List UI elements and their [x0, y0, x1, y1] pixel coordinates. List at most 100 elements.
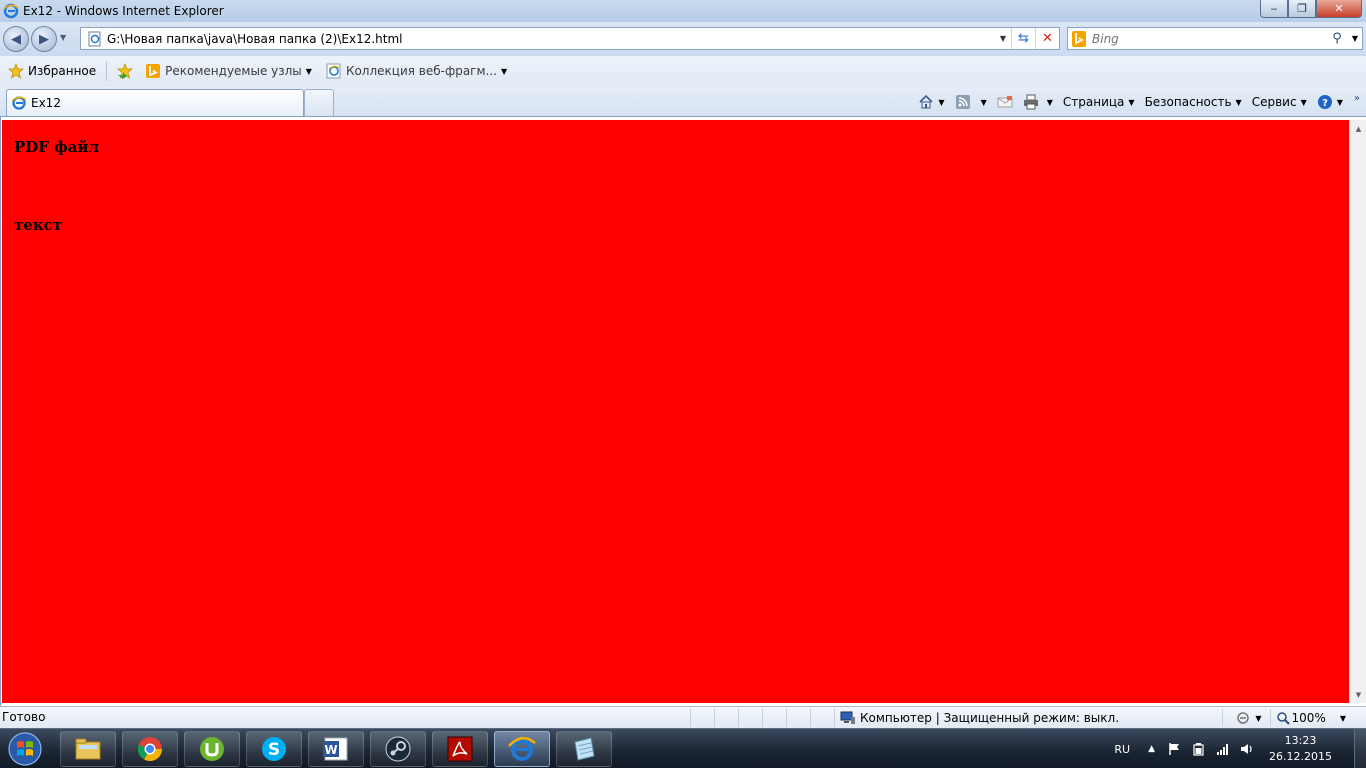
home-button[interactable]: ▼ [913, 91, 949, 113]
show-desktop-button[interactable] [1354, 729, 1366, 768]
add-favorite-icon [117, 63, 134, 79]
ie-icon [11, 96, 27, 110]
stop-button[interactable]: ✕ [1035, 28, 1059, 49]
favorites-button[interactable]: Избранное [4, 60, 100, 82]
start-button[interactable] [4, 731, 46, 767]
page-icon [88, 31, 101, 46]
network-signal-icon[interactable] [1216, 742, 1230, 756]
help-button[interactable]: ? ▼ [1312, 91, 1348, 113]
taskbar-app-notepad[interactable] [556, 731, 612, 767]
svg-text:?: ? [1322, 98, 1328, 109]
svg-text:W: W [324, 743, 337, 757]
address-bar[interactable]: G:\Новая папка\java\Новая папка (2)\Ex12… [80, 27, 1060, 50]
page-heading-pdf: PDF файл [14, 138, 100, 156]
maximize-button[interactable]: ❐ [1288, 0, 1316, 18]
taskbar-app-explorer[interactable] [60, 731, 116, 767]
favorites-bar: Избранное Рекомендуемые узлы ▼ Коллекция… [0, 56, 1366, 86]
taskbar: S W RU ▲ 13:23 26.12.2015 [0, 728, 1366, 768]
status-bar: Готово Компьютер | Защищенный режим: вык… [0, 706, 1366, 728]
scroll-down-arrow-icon[interactable]: ▼ [1350, 686, 1366, 703]
show-hidden-icons-icon[interactable]: ▲ [1148, 744, 1155, 754]
chevron-down-icon: ▼ [1300, 97, 1307, 107]
status-divider [738, 709, 739, 727]
search-button[interactable]: ⚲ [1326, 31, 1348, 46]
tab-row: Ex12 ▼ ▼ ▼ Страница ▼ Безопасность ▼ Сер… [0, 86, 1366, 117]
vertical-scrollbar[interactable]: ▲ ▼ [1349, 120, 1366, 703]
page-menu-label: Страница [1062, 95, 1125, 109]
taskbar-app-chrome[interactable] [122, 731, 178, 767]
security-zone[interactable]: Компьютер | Защищенный режим: выкл. [840, 709, 1119, 727]
web-slice-gallery-link[interactable]: Коллекция веб-фрагм... ▼ [322, 60, 511, 82]
security-zone-text: Компьютер | Защищенный режим: выкл. [860, 711, 1120, 725]
command-bar: ▼ ▼ ▼ Страница ▼ Безопасность ▼ Сервис ▼… [913, 90, 1360, 114]
utorrent-icon [200, 737, 224, 761]
clock-date: 26.12.2015 [1269, 750, 1332, 763]
clock[interactable]: 13:23 26.12.2015 [1269, 733, 1332, 765]
status-divider [690, 709, 691, 727]
print-button[interactable]: ▼ [1018, 91, 1058, 113]
search-provider-dropdown[interactable]: ▼ [1348, 34, 1362, 43]
chevron-down-icon[interactable]: ▼ [981, 98, 987, 107]
chevron-down-icon[interactable]: ▼ [1340, 714, 1346, 723]
scroll-up-arrow-icon[interactable]: ▲ [1350, 120, 1366, 137]
chevron-down-icon: ▼ [1235, 97, 1242, 107]
taskbar-app-skype[interactable]: S [246, 731, 302, 767]
chevron-down-icon[interactable]: ▼ [938, 98, 944, 107]
arrow-right-icon: ▶ [39, 31, 49, 47]
page-menu[interactable]: Страница ▼ [1058, 91, 1140, 113]
language-indicator[interactable]: RU [1114, 743, 1130, 756]
more-commands-chevron-icon[interactable]: » [1354, 93, 1360, 104]
back-button[interactable]: ◀ [3, 26, 29, 52]
printer-icon [1023, 94, 1038, 110]
tab-ex12[interactable]: Ex12 [6, 89, 304, 116]
tools-menu[interactable]: Сервис ▼ [1247, 91, 1312, 113]
star-icon [8, 63, 24, 79]
search-box[interactable]: ⚲ ▼ [1067, 27, 1363, 50]
status-text: Готово [2, 710, 46, 724]
zoom-icon [1276, 712, 1290, 725]
computer-icon [840, 711, 855, 724]
system-tray: RU ▲ 13:23 26.12.2015 [1114, 729, 1366, 768]
taskbar-app-utorrent[interactable] [184, 731, 240, 767]
zoom-level[interactable]: 100% [1292, 711, 1326, 725]
feeds-button[interactable]: ▼ [950, 91, 992, 113]
chevron-down-icon: ▼ [1128, 97, 1135, 107]
notepad-icon [574, 737, 595, 761]
status-divider [762, 709, 763, 727]
add-to-favorites-bar-button[interactable] [113, 60, 141, 82]
minimize-button[interactable]: ‒ [1260, 0, 1288, 18]
chevron-down-icon[interactable]: ▼ [1047, 98, 1053, 107]
ie-icon [3, 3, 19, 19]
battery-icon[interactable] [1192, 742, 1206, 756]
suggested-sites-label: Рекомендуемые узлы [165, 64, 302, 78]
new-tab-button[interactable] [304, 89, 334, 116]
refresh-button[interactable]: ⇆ [1011, 28, 1035, 49]
safety-menu[interactable]: Безопасность ▼ [1140, 91, 1247, 113]
popup-blocker-icon[interactable] [1235, 711, 1251, 725]
chevron-down-icon[interactable]: ▼ [1255, 714, 1261, 723]
window-controls: ‒ ❐ ✕ [1260, 0, 1362, 18]
taskbar-app-acrobat[interactable] [432, 731, 488, 767]
chrome-icon [137, 737, 162, 762]
address-dropdown[interactable]: ▼ [995, 34, 1011, 43]
windows-logo-icon [8, 732, 42, 766]
browser-viewport: PDF файл текст ▲ ▼ [0, 117, 1366, 706]
status-divider [834, 709, 835, 727]
taskbar-app-steam[interactable] [370, 731, 426, 767]
suggested-sites-link[interactable]: Рекомендуемые узлы ▼ [141, 60, 316, 82]
title-bar: Ex12 - Windows Internet Explorer ‒ ❐ ✕ [0, 0, 1366, 22]
action-center-flag-icon[interactable] [1168, 742, 1182, 756]
chevron-down-icon: ▼ [501, 66, 508, 76]
close-button[interactable]: ✕ [1316, 0, 1362, 18]
recent-pages-dropdown[interactable]: ▼ [60, 33, 66, 42]
url-text[interactable]: G:\Новая папка\java\Новая папка (2)\Ex12… [107, 32, 995, 46]
volume-icon[interactable] [1240, 742, 1254, 756]
tools-menu-label: Сервис [1251, 95, 1297, 109]
forward-button[interactable]: ▶ [31, 26, 57, 52]
read-mail-button[interactable] [992, 91, 1018, 113]
taskbar-app-word[interactable]: W [308, 731, 364, 767]
search-input[interactable] [1092, 31, 1326, 46]
taskbar-app-internet-explorer[interactable] [494, 731, 550, 767]
home-icon [919, 94, 933, 109]
word-icon: W [323, 737, 348, 761]
